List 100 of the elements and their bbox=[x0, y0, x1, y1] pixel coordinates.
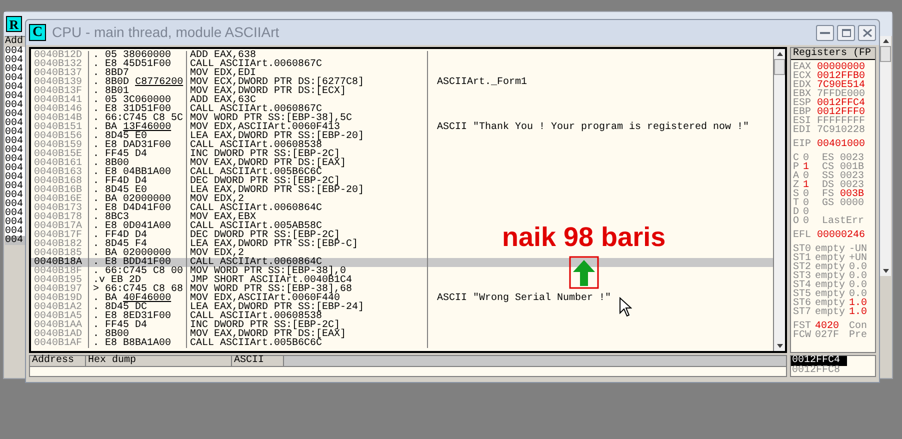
code-row[interactable]: 0040B13F . 8B01 MOV EAX,DWORD PTR DS:[ECX] bbox=[31, 87, 773, 96]
stack-address[interactable]: 0012FFC4 bbox=[791, 356, 847, 366]
address-cell: 0040B159 bbox=[31, 141, 89, 150]
address-cell: 0040B18F bbox=[31, 267, 89, 276]
list-row[interactable]: 004 bbox=[5, 137, 25, 146]
list-row[interactable]: 004 bbox=[5, 47, 25, 56]
app-icon: R bbox=[6, 16, 22, 32]
minimize-button[interactable] bbox=[816, 24, 834, 40]
code-row[interactable]: 0040B18A . E8 BDD41F00 CALL ASCIIArt.0060864C bbox=[31, 258, 773, 267]
list-row[interactable]: 004 bbox=[5, 92, 25, 101]
list-row[interactable]: 004 bbox=[5, 200, 25, 209]
code-row[interactable]: 0040B151 . BA 13F46000 MOV EDX,ASCIIArt.0060F413 ASCII "Thank You ! Your program is registered now !" bbox=[31, 123, 773, 132]
app-icon: C bbox=[29, 24, 46, 41]
register-text: Pre bbox=[849, 331, 868, 340]
list-row[interactable]: 004 bbox=[5, 209, 25, 218]
code-row[interactable]: 0040B178 . 8BC3 MOV EAX,EBX bbox=[31, 213, 773, 222]
list-row[interactable]: 004 bbox=[5, 74, 25, 83]
code-row[interactable]: 0040B16E . BA 02000000 MOV EDX,2 bbox=[31, 195, 773, 204]
code-row[interactable]: 0040B1AA . FF45 D4 INC DWORD PTR SS:[EBP-2C] bbox=[31, 321, 773, 330]
list-row[interactable]: 004 bbox=[5, 182, 25, 191]
hex-cell: . E8 31D51F00 bbox=[89, 105, 187, 114]
code-row[interactable]: 0040B146 . E8 31D51F00 CALL ASCIIArt.0060867C bbox=[31, 105, 773, 114]
column-header[interactable]: Address bbox=[30, 356, 86, 367]
code-row[interactable]: 0040B168 . FF4D D4 DEC DWORD PTR SS:[EBP-2C] bbox=[31, 177, 773, 186]
address-cell: 0040B18A bbox=[31, 258, 89, 267]
code-row[interactable]: 0040B132 . E8 45D51F00 CALL ASCIIArt.0060867C bbox=[31, 60, 773, 69]
code-row[interactable]: 0040B1A5 . E8 8ED31F00 CALL ASCIIArt.00608538 bbox=[31, 312, 773, 321]
command-cell: INC DWORD PTR SS:[EBP-2C] bbox=[187, 150, 428, 159]
code-row[interactable]: 0040B14B . 66:C745 C8 5C MOV WORD PTR SS:[EBP-38],5C bbox=[31, 114, 773, 123]
address-cell: 0040B13F bbox=[31, 87, 89, 96]
list-row[interactable]: 004 bbox=[5, 83, 25, 92]
scroll-thumb[interactable] bbox=[880, 46, 891, 62]
code-row[interactable]: 0040B1AD . 8B00 MOV EAX,DWORD PTR DS:[EAX] bbox=[31, 330, 773, 339]
column-header[interactable]: ASCII bbox=[232, 356, 284, 367]
code-row[interactable]: 0040B156 . 8D45 E0 LEA EAX,DWORD PTR SS:[EBP-20] bbox=[31, 132, 773, 141]
column-header[interactable]: Hex dump bbox=[86, 356, 232, 367]
code-row[interactable]: 0040B1AF . E8 B8BA1A00 CALL ASCIIArt.005B6C6C bbox=[31, 339, 773, 348]
list-row[interactable]: 004 bbox=[5, 155, 25, 164]
code-row[interactable]: 0040B163 . E8 04BB1A00 CALL ASCIIArt.005B6C6C bbox=[31, 168, 773, 177]
code-row[interactable]: 0040B19D . BA 40F46000 MOV EDX,ASCIIArt.0060F440 ASCII "Wrong Serial Number !" bbox=[31, 294, 773, 303]
code-row[interactable]: 0040B161 . 8B00 MOV EAX,DWORD PTR DS:[EAX] bbox=[31, 159, 773, 168]
register-text: ST6 bbox=[793, 299, 812, 308]
address-cell: 0040B15E bbox=[31, 150, 89, 159]
command-cell: MOV EDX,2 bbox=[187, 195, 428, 204]
address-cell: 0040B137 bbox=[31, 69, 89, 78]
register-text: 0.0 bbox=[849, 281, 868, 290]
scrollbar[interactable] bbox=[773, 49, 785, 351]
address-cell: 0040B141 bbox=[31, 96, 89, 105]
scrollbar[interactable] bbox=[879, 36, 891, 276]
register-text: empty bbox=[815, 308, 846, 317]
registers-header[interactable]: Registers (FP bbox=[791, 48, 875, 60]
maximize-button[interactable] bbox=[837, 24, 855, 40]
code-row[interactable]: 0040B18F . 66:C745 C8 00 MOV WORD PTR SS:[EBP-38],0 bbox=[31, 267, 773, 276]
address-cell: 0040B132 bbox=[31, 60, 89, 69]
hex-cell: . BA 02000000 bbox=[89, 195, 187, 204]
list-row[interactable]: 004 bbox=[5, 128, 25, 137]
code-row[interactable]: 0040B173 . E8 D4D41F00 CALL ASCIIArt.0060864C bbox=[31, 204, 773, 213]
hex-cell: . 8D45 E0 bbox=[89, 186, 187, 195]
register-text: GS bbox=[822, 199, 836, 208]
code-row[interactable]: 0040B12D . 05 38060000 ADD EAX,638 bbox=[31, 51, 773, 60]
code-row[interactable]: 0040B159 . E8 DAD31F00 CALL ASCIIArt.00608538 bbox=[31, 141, 773, 150]
hex-cell: . 66:C745 C8 00 bbox=[89, 267, 187, 276]
list-row[interactable]: 004 bbox=[5, 110, 25, 119]
register-text: 0 bbox=[803, 208, 810, 217]
code-row[interactable]: 0040B141 . 05 3C060000 ADD EAX,63C bbox=[31, 96, 773, 105]
register-text: EDX bbox=[793, 81, 812, 90]
list-row[interactable]: 004 bbox=[5, 218, 25, 227]
close-button[interactable] bbox=[858, 24, 876, 40]
list-row[interactable]: 004 bbox=[5, 173, 25, 182]
address-cell: 0040B1AF bbox=[31, 339, 89, 348]
list-row[interactable]: 004 bbox=[5, 119, 25, 128]
code-row[interactable]: 0040B139 . 8B0D C8776200 MOV ECX,DWORD PTR DS:[6277C8] ASCIIArt._Form1 bbox=[31, 78, 773, 87]
command-cell: ADD EAX,63C bbox=[187, 96, 428, 105]
code-row[interactable]: 0040B15E . FF45 D4 INC DWORD PTR SS:[EBP-2C] bbox=[31, 150, 773, 159]
list-row[interactable]: 004 bbox=[5, 227, 25, 236]
register-text: 0.0 bbox=[849, 263, 868, 272]
register-text: 00000246 bbox=[817, 231, 866, 240]
list-row[interactable]: 004 bbox=[5, 56, 25, 65]
code-row[interactable]: 0040B1A2 . 8D45 DC LEA EAX,DWORD PTR SS:[EBP-24] bbox=[31, 303, 773, 312]
list-row[interactable]: 004 bbox=[5, 164, 25, 173]
register-text: EFL bbox=[793, 231, 812, 240]
hex-cell: . E8 DAD31F00 bbox=[89, 141, 187, 150]
list-row[interactable]: 004 bbox=[5, 146, 25, 155]
list-row[interactable]: 004 bbox=[5, 65, 25, 74]
hex-cell: . E8 8ED31F00 bbox=[89, 312, 187, 321]
code-row[interactable]: 0040B197 > 66:C745 C8 68 MOV WORD PTR SS:[EBP-38],68 bbox=[31, 285, 773, 294]
hex-cell: . 05 3C060000 bbox=[89, 96, 187, 105]
command-cell: DEC DWORD PTR SS:[EBP-2C] bbox=[187, 177, 428, 186]
register-text: 0 bbox=[803, 190, 810, 199]
code-row[interactable]: 0040B195 .v EB 2D JMP SHORT ASCIIArt.0040B1C4 bbox=[31, 276, 773, 285]
hex-cell: > 66:C745 C8 68 bbox=[89, 285, 187, 294]
code-row[interactable]: 0040B16B . 8D45 E0 LEA EAX,DWORD PTR SS:[EBP-20] bbox=[31, 186, 773, 195]
list-row[interactable]: 004 bbox=[5, 191, 25, 200]
list-row[interactable]: 004 bbox=[5, 236, 25, 245]
code-row[interactable]: 0040B137 . 8BD7 MOV EDX,EDI bbox=[31, 69, 773, 78]
register-text: empty bbox=[815, 281, 846, 290]
scroll-thumb[interactable] bbox=[774, 59, 785, 75]
list-row[interactable]: 004 bbox=[5, 101, 25, 110]
register-text: -UN bbox=[849, 245, 868, 254]
register-text: Con bbox=[849, 322, 868, 331]
